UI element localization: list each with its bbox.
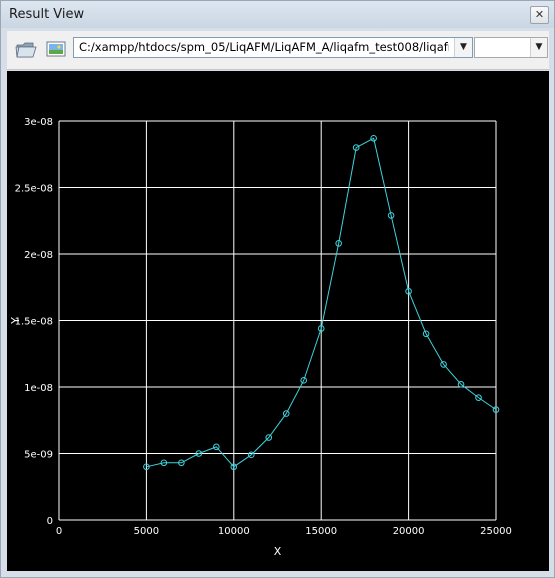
y-tick-label: 2e-08	[24, 250, 53, 261]
chevron-down-icon[interactable]: ▼	[454, 38, 472, 57]
y-tick-label: 2.5e-08	[15, 184, 53, 195]
window-title: Result View	[9, 7, 85, 22]
file-path-combobox[interactable]: C:/xampp/htdocs/spm_05/LiqAFM/LiqAFM_A/l…	[73, 37, 473, 58]
y-tick-label: 5e-09	[24, 450, 53, 461]
folder-open-icon[interactable]	[15, 38, 37, 60]
chevron-down-icon[interactable]: ▼	[530, 38, 547, 57]
image-icon[interactable]	[45, 38, 67, 60]
close-button[interactable]: ✕	[530, 6, 549, 24]
x-tick-label: 25000	[480, 526, 512, 537]
file-path-value[interactable]: C:/xampp/htdocs/spm_05/LiqAFM/LiqAFM_A/l…	[79, 40, 449, 56]
x-tick-label: 10000	[218, 526, 250, 537]
x-axis-label: X	[274, 545, 282, 558]
y-tick-label: 3e-08	[24, 117, 53, 128]
y-tick-label: 1e-08	[24, 383, 53, 394]
plot-area: 0 5000 10000 15000 20000 25000 0 5e-09 1e-08 1.5e…	[7, 71, 549, 571]
result-view-window: Result View ✕ C:/xampp/htdocs/spm_05/Liq…	[0, 0, 555, 578]
toolbar: C:/xampp/htdocs/spm_05/LiqAFM/LiqAFM_A/l…	[7, 31, 549, 70]
x-tick-label: 15000	[305, 526, 337, 537]
y-tick-label: 0	[47, 516, 53, 527]
title-bar[interactable]: Result View ✕	[1, 1, 554, 28]
x-tick-label: 5000	[134, 526, 159, 537]
line-chart: 0 5000 10000 15000 20000 2500005e-091e-081.5e…	[9, 117, 512, 558]
x-tick-label: 20000	[393, 526, 425, 537]
y-axis-label: Y	[9, 317, 22, 325]
x-tick-label: 0	[56, 526, 62, 537]
secondary-combobox[interactable]: ▼	[474, 37, 548, 58]
